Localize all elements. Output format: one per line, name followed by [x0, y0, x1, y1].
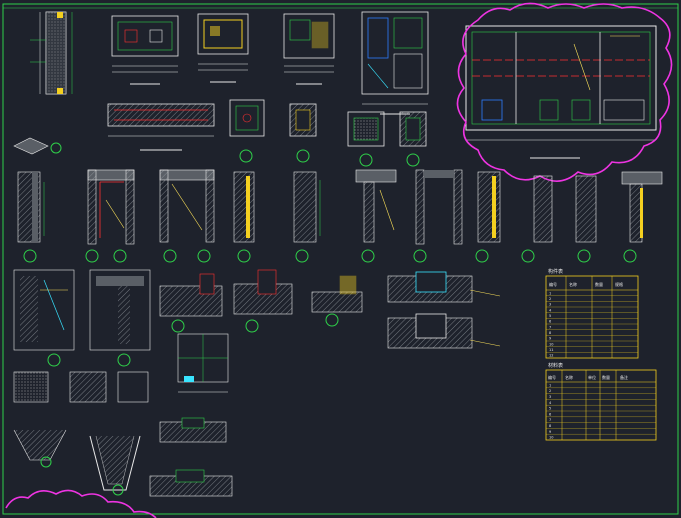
material-table-header-3: 单位 — [588, 374, 596, 380]
component-table-title: 构件表 — [548, 268, 563, 275]
table-cell-index: 4 — [549, 401, 552, 405]
plan-view-d — [361, 11, 429, 115]
detail-box-d — [399, 111, 427, 167]
wall-section-2 — [85, 169, 135, 263]
plan-detail-small — [177, 333, 229, 393]
wall-section-1 — [17, 171, 45, 263]
table-cell-index: 1 — [549, 383, 551, 387]
small-isometric-part — [13, 137, 62, 155]
table-cell-index: 1 — [549, 291, 551, 295]
cad-drawing-sheet: 123456789101112 构件表 编号 名称 数量 规格 12345678… — [2, 2, 679, 518]
material-table-title: 材料表 — [548, 362, 563, 369]
table-cell-index: 8 — [549, 331, 551, 335]
table-cell-index: 6 — [549, 320, 551, 324]
table-cell-index: 3 — [549, 303, 551, 307]
lower-left-sections — [13, 269, 151, 367]
detail-box-b — [289, 103, 317, 163]
wall-section-7 — [413, 169, 463, 263]
table-cell-index: 10 — [549, 342, 553, 346]
component-table-header-1: 编号 — [549, 281, 557, 287]
plan-view-b — [197, 13, 249, 83]
table-cell-index: 8 — [549, 424, 551, 428]
wall-section-6 — [355, 169, 397, 263]
wall-section-10 — [575, 175, 597, 263]
component-table-header-3: 数量 — [595, 281, 603, 287]
table-cell-index: 6 — [549, 412, 551, 416]
plan-view-a — [111, 15, 179, 85]
material-table-header-1: 编号 — [548, 374, 556, 380]
table-cell-index: 5 — [549, 314, 551, 318]
detail-box-a — [229, 99, 265, 163]
column-elevation-left — [30, 11, 73, 95]
wall-section-3 — [159, 169, 215, 263]
wall-section-5 — [293, 171, 321, 263]
wall-section-9 — [521, 175, 553, 263]
revision-cloud-top-right — [456, 2, 673, 182]
component-table: 123456789101112 构件表 编号 名称 数量 规格 — [545, 268, 639, 359]
table-cell-index: 11 — [549, 348, 553, 352]
material-table: 1 2 3 4 56 7 8 9 10 材料表 编号 名称 单位 数量 备注 — [545, 362, 657, 441]
wall-section-4 — [233, 171, 255, 263]
material-table-header-2: 名称 — [565, 374, 573, 380]
table-cell-index: 5 — [549, 407, 551, 411]
wall-section-row — [17, 169, 663, 263]
main-plan-view — [465, 25, 657, 159]
table-cell-index: 2 — [549, 297, 551, 301]
table-cell-index: 9 — [549, 430, 551, 434]
foundation-strip — [149, 417, 233, 497]
material-table-header-4: 数量 — [602, 374, 610, 380]
ground-details — [159, 269, 363, 333]
material-table-header-5: 备注 — [620, 374, 628, 380]
table-cell-index: 2 — [549, 389, 551, 393]
table-cell-index: 10 — [549, 436, 553, 440]
component-table-header-4: 规格 — [615, 281, 623, 287]
trench-details — [387, 271, 501, 349]
wall-section-11 — [621, 171, 663, 263]
component-table-header-2: 名称 — [569, 281, 577, 287]
table-cell-index: 4 — [549, 308, 552, 312]
bottom-left-details — [13, 371, 149, 496]
section-long-a — [107, 103, 215, 151]
table-cell-index: 9 — [549, 337, 551, 341]
wall-section-8 — [475, 171, 501, 263]
detail-box-c — [347, 111, 385, 167]
plan-view-c — [283, 13, 335, 85]
table-cell-index: 7 — [549, 325, 551, 329]
table-cell-index: 12 — [549, 354, 553, 358]
table-cell-index: 7 — [549, 418, 551, 422]
table-cell-index: 3 — [549, 395, 551, 399]
